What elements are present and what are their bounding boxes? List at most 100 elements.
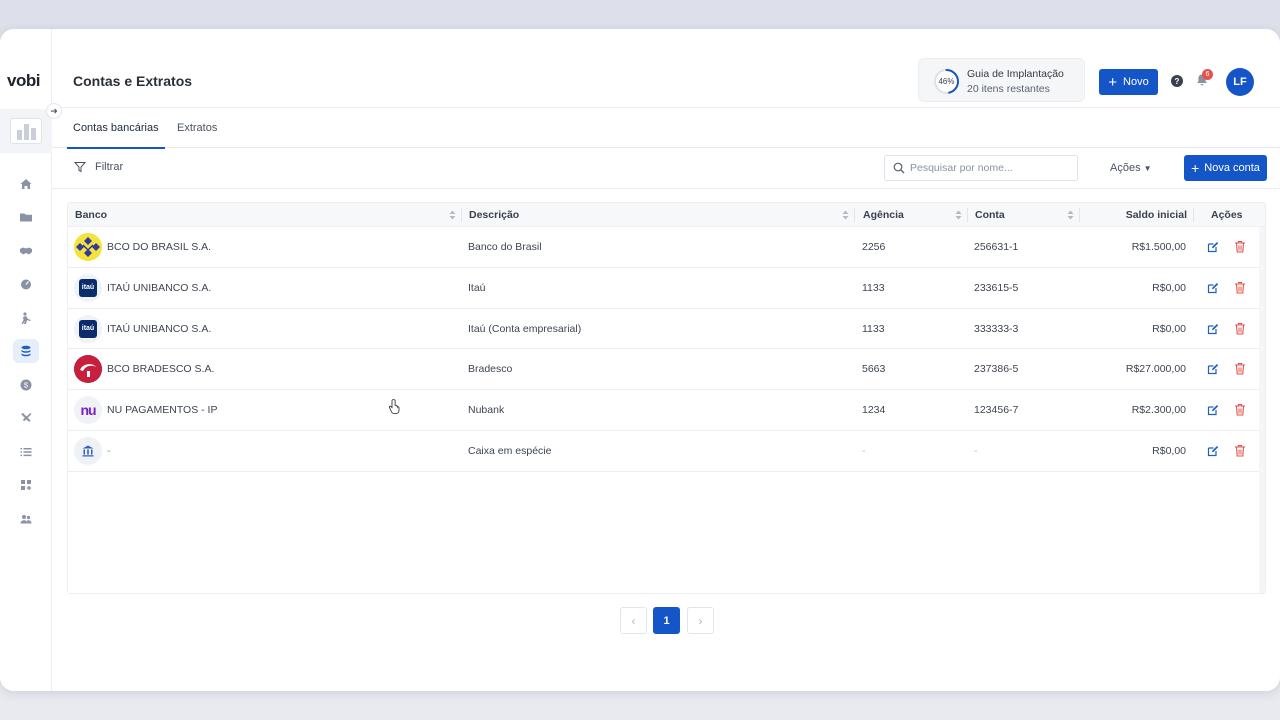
cell-account: 333333-3: [974, 322, 1019, 335]
filter-button[interactable]: Filtrar: [74, 161, 123, 173]
sidebar-collapse-arrow-icon[interactable]: ➜: [46, 103, 62, 119]
sidebar-item-apps-add[interactable]: [0, 469, 52, 503]
edit-icon[interactable]: [1207, 241, 1219, 253]
company-selector[interactable]: [0, 109, 52, 153]
sidebar-item-tools[interactable]: [0, 402, 52, 436]
new-button[interactable]: + Novo: [1099, 69, 1158, 95]
column-header-description[interactable]: Descrição: [469, 203, 519, 227]
column-separator: [854, 208, 855, 222]
column-header-balance: Saldo inicial: [1125, 209, 1187, 221]
itau-logo-text: itaú: [79, 278, 97, 297]
trash-icon[interactable]: [1234, 403, 1246, 416]
tab-bank-accounts[interactable]: Contas bancárias: [67, 108, 165, 149]
cell-balance: R$27.000,00: [1125, 363, 1186, 376]
trash-icon[interactable]: [1234, 444, 1246, 457]
table-row[interactable]: - Caixa em espécie - - R$0,00: [68, 431, 1265, 472]
cell-agency: 1133: [862, 322, 885, 335]
edit-icon[interactable]: [1207, 323, 1219, 335]
cell-account: 256631-1: [974, 241, 1019, 253]
sidebar-item-list[interactable]: [0, 435, 52, 469]
sort-icon[interactable]: [955, 210, 962, 220]
trash-icon[interactable]: [1234, 281, 1246, 294]
new-account-button[interactable]: + Nova conta: [1184, 155, 1267, 181]
pagination-page-1[interactable]: 1: [653, 607, 680, 634]
column-separator: [967, 208, 968, 222]
sidebar-item-users[interactable]: [0, 502, 52, 536]
trash-icon[interactable]: [1234, 322, 1246, 335]
notification-badge: 6: [1202, 69, 1213, 80]
cell-agency: 1234: [862, 404, 886, 417]
edit-icon[interactable]: [1207, 404, 1219, 416]
column-header-agency[interactable]: Agência: [863, 203, 904, 227]
bank-logo-brad-icon: [74, 355, 102, 384]
implementation-guide[interactable]: 46% Guia de Implantação 20 itens restant…: [918, 58, 1085, 102]
table-row[interactable]: BCO DO BRASIL S.A. Banco do Brasil 2256 256…: [68, 227, 1265, 268]
cell-balance: R$2.300,00: [1131, 404, 1186, 417]
guide-progress-ring: 46%: [933, 68, 960, 95]
actions-dropdown[interactable]: Ações ▼: [1110, 162, 1152, 174]
cell-description: Caixa em espécie: [468, 444, 552, 457]
sidebar-item-home[interactable]: [0, 167, 52, 201]
sidebar-nav: $: [0, 167, 52, 536]
table-row[interactable]: itaú ITAÚ UNIBANCO S.A. Itaú (Conta empres…: [68, 309, 1265, 350]
edit-icon[interactable]: [1207, 282, 1219, 294]
mouse-pointer-hand-icon: [388, 399, 400, 414]
sort-icon[interactable]: [842, 210, 849, 220]
tab-bar: Contas bancárias Extratos: [52, 108, 1280, 149]
help-icon[interactable]: ?: [1171, 75, 1183, 87]
home-icon: [13, 172, 39, 196]
sidebar-item-worker[interactable]: [0, 301, 52, 335]
cell-account: 123456-7: [974, 404, 1019, 417]
search-icon: [893, 162, 905, 174]
column-header-account[interactable]: Conta: [975, 203, 1005, 227]
cell-balance: R$0,00: [1152, 281, 1186, 294]
handshake-icon: [13, 239, 39, 263]
cell-balance: R$1.500,00: [1131, 241, 1186, 253]
sidebar-item-dollar[interactable]: $: [0, 368, 52, 402]
cell-bank: BCO BRADESCO S.A.: [107, 363, 215, 376]
bank-logo-itau-icon: itaú: [74, 273, 102, 302]
cell-account: 233615-5: [974, 281, 1019, 294]
worker-icon: [13, 306, 39, 330]
users-icon: [13, 507, 39, 531]
column-header-bank[interactable]: Banco: [75, 203, 107, 227]
trash-icon[interactable]: [1234, 362, 1246, 375]
cell-description: Itaú: [468, 281, 486, 294]
cell-agency: 1133: [862, 281, 885, 294]
column-header-actions: Ações: [1211, 209, 1243, 221]
edit-icon[interactable]: [1207, 445, 1219, 457]
trash-icon[interactable]: [1234, 240, 1246, 253]
apps-add-icon: [13, 473, 39, 497]
folder-icon: [13, 205, 39, 229]
table-row[interactable]: itaú ITAÚ UNIBANCO S.A. Itaú 1133 233615-5 R$…: [68, 268, 1265, 309]
edit-icon[interactable]: [1207, 363, 1219, 375]
search-input[interactable]: [910, 162, 1070, 174]
sort-icon[interactable]: [449, 210, 456, 220]
sidebar-item-folder[interactable]: [0, 201, 52, 235]
sidebar-item-coins[interactable]: [0, 335, 52, 369]
cell-description: Bradesco: [468, 363, 513, 376]
cell-description: Itaú (Conta empresarial): [468, 322, 582, 335]
pagination-next-button[interactable]: ›: [687, 607, 714, 634]
new-account-label: Nova conta: [1204, 162, 1260, 174]
table-scrollbar[interactable]: [1259, 227, 1265, 593]
cell-account: 237386-5: [974, 363, 1019, 376]
plus-icon: +: [1108, 73, 1118, 91]
bank-logo-bb-icon: [74, 233, 102, 261]
table-row[interactable]: nu NU PAGAMENTOS - IP Nubank 1234 123456-7 R$…: [68, 390, 1265, 431]
guide-subtitle: 20 itens restantes: [967, 83, 1050, 95]
itau-logo-text: itaú: [79, 319, 97, 338]
bank-logo-cash-icon: [74, 436, 102, 465]
vobi-logo[interactable]: vobi: [7, 71, 40, 91]
search-box: [884, 155, 1078, 181]
table-row[interactable]: BCO BRADESCO S.A. Bradesco 5663 237386-5 R$2…: [68, 349, 1265, 391]
sidebar-item-handshake[interactable]: [0, 234, 52, 268]
sidebar-item-gauge[interactable]: [0, 268, 52, 302]
cell-bank: -: [107, 444, 111, 457]
tab-statements[interactable]: Extratos: [177, 108, 217, 148]
plus-icon: +: [1191, 160, 1200, 176]
pagination-prev-button[interactable]: ‹: [620, 607, 647, 634]
user-avatar[interactable]: LF: [1226, 68, 1254, 96]
sort-icon[interactable]: [1067, 210, 1074, 220]
cell-agency: -: [862, 444, 866, 457]
